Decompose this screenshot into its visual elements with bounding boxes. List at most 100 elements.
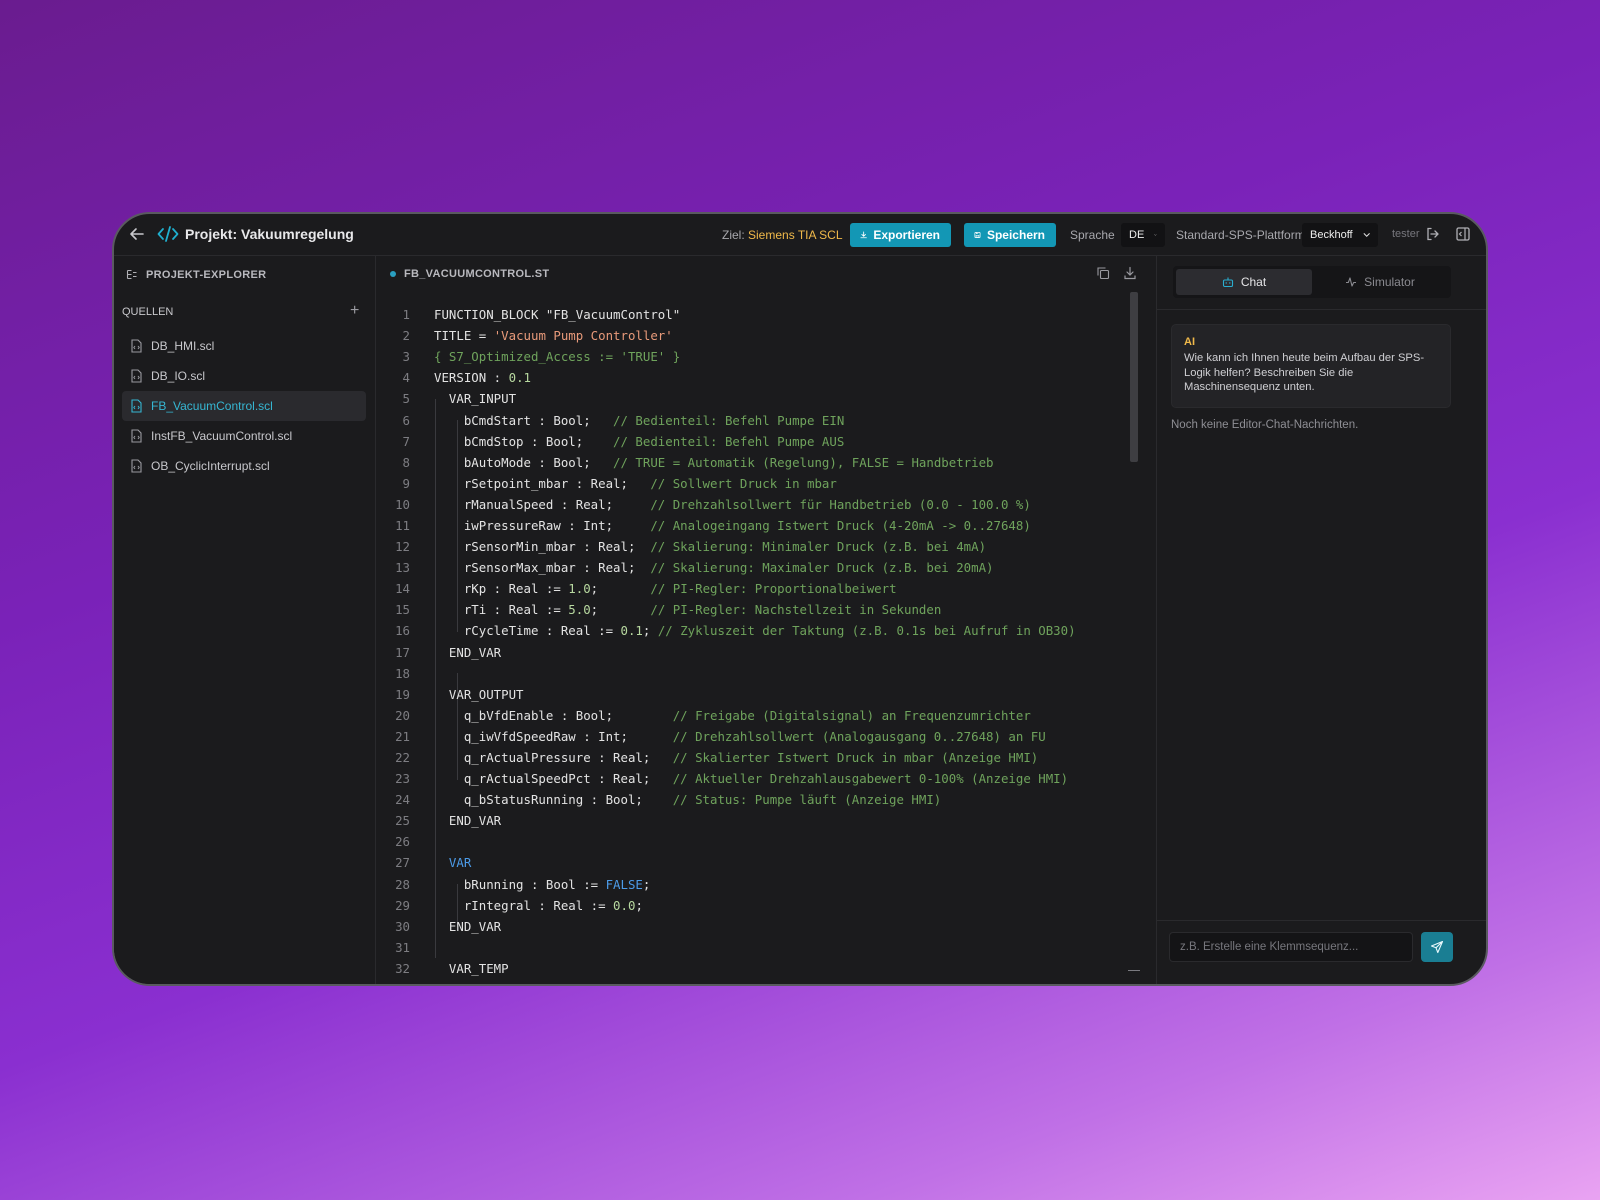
file-item[interactable]: DB_HMI.scl	[122, 331, 366, 361]
file-code-icon	[131, 339, 142, 353]
line-number: 7	[402, 433, 410, 449]
copy-icon[interactable]	[1096, 266, 1110, 280]
file-code-icon	[131, 459, 142, 473]
code-text: bCmdStart : Bool; // Bedienteil: Befehl …	[434, 412, 845, 428]
code-line[interactable]: 30 END_VAR	[376, 916, 1136, 937]
file-item[interactable]: DB_IO.scl	[122, 361, 366, 391]
line-number: 14	[395, 581, 410, 597]
code-line[interactable]: 29 rIntegral : Real := 0.0;	[376, 895, 1136, 916]
code-line[interactable]: 17 END_VAR	[376, 642, 1136, 663]
line-number: 25	[395, 813, 410, 829]
line-number: 23	[395, 771, 410, 787]
code-line[interactable]: 9 rSetpoint_mbar : Real; // Sollwert Dru…	[376, 473, 1136, 494]
code-text: VAR_INPUT	[434, 391, 517, 407]
code-line[interactable]: 25 END_VAR	[376, 810, 1136, 831]
code-line[interactable]: 23 q_rActualSpeedPct : Real; // Aktuelle…	[376, 768, 1136, 789]
logout-icon[interactable]	[1425, 226, 1441, 242]
code-text: TITLE = 'Vacuum Pump Controller'	[434, 328, 673, 344]
tree-icon	[126, 269, 137, 280]
download-icon[interactable]	[1123, 266, 1137, 280]
export-button[interactable]: Exportieren	[850, 223, 951, 247]
tab-simulator[interactable]: Simulator	[1312, 269, 1448, 295]
platform-select[interactable]: Beckhoff	[1302, 223, 1378, 247]
code-text: bRunning : Bool := FALSE;	[434, 876, 651, 892]
code-text: END_VAR	[434, 813, 502, 829]
code-text: FUNCTION_BLOCK "FB_VacuumControl"	[434, 307, 681, 323]
editor-tab[interactable]: FB_VACUUMCONTROL.ST	[390, 268, 549, 280]
code-line[interactable]: 21 q_iwVfdSpeedRaw : Int; // Drehzahlsol…	[376, 726, 1136, 747]
file-item[interactable]: InstFB_VacuumControl.scl	[122, 421, 366, 451]
code-text: VAR	[448, 855, 472, 871]
code-line[interactable]: 13 rSensorMax_mbar : Real; // Skalierung…	[376, 557, 1136, 578]
code-area[interactable]: 1 FUNCTION_BLOCK "FB_VacuumControl" 2 TITLE…	[376, 304, 1136, 979]
tab-chat[interactable]: Chat	[1176, 269, 1312, 295]
code-line[interactable]: 8 bAutoMode : Bool; // TRUE = Automatik …	[376, 452, 1136, 473]
bot-icon	[1222, 277, 1233, 288]
language-label: Sprache	[1070, 228, 1115, 242]
code-text: END_VAR	[434, 918, 502, 934]
app-window: Projekt: Vakuumregelung Ziel: Siemens TI…	[112, 212, 1488, 986]
code-line[interactable]: 1 FUNCTION_BLOCK "FB_VacuumControl"	[376, 304, 1136, 325]
code-line[interactable]: 22 q_rActualPressure : Real; // Skaliert…	[376, 747, 1136, 768]
line-number: 11	[395, 517, 410, 533]
code-line[interactable]: 4 VERSION : 0.1	[376, 367, 1136, 388]
unsaved-dot	[390, 271, 396, 277]
code-line[interactable]: 18	[376, 663, 1136, 684]
line-number: 27	[395, 855, 410, 871]
send-button[interactable]	[1421, 932, 1453, 962]
language-select[interactable]: DE	[1121, 223, 1165, 247]
line-number: 31	[395, 939, 410, 955]
download-icon	[860, 231, 867, 239]
code-line[interactable]: 10 rManualSpeed : Real; // Drehzahlsollw…	[376, 494, 1136, 515]
line-number: 2	[402, 328, 410, 344]
code-line[interactable]: 24 q_bStatusRunning : Bool; // Status: P…	[376, 789, 1136, 810]
code-line[interactable]: 26	[376, 831, 1136, 852]
divider	[1157, 920, 1486, 921]
code-line[interactable]: 5 VAR_INPUT	[376, 388, 1136, 409]
back-arrow-icon[interactable]	[128, 225, 146, 243]
username: tester	[1392, 228, 1420, 240]
code-line[interactable]: 14 rKp : Real := 1.0; // PI-Regler: Prop…	[376, 578, 1136, 599]
code-line[interactable]: 19 VAR_OUTPUT	[376, 684, 1136, 705]
code-text: rManualSpeed : Real; // Drehzahlsollwert…	[434, 496, 1031, 512]
line-number: 15	[395, 602, 410, 618]
code-line[interactable]: 6 bCmdStart : Bool; // Bedienteil: Befeh…	[376, 409, 1136, 430]
code-line[interactable]: 20 q_bVfdEnable : Bool; // Freigabe (Dig…	[376, 705, 1136, 726]
scrollbar-thumb[interactable]	[1130, 292, 1138, 462]
file-name: DB_IO.scl	[151, 369, 206, 383]
code-text: bAutoMode : Bool; // TRUE = Automatik (R…	[434, 454, 994, 470]
language-value: DE	[1129, 229, 1145, 241]
code-line[interactable]: 2 TITLE = 'Vacuum Pump Controller'	[376, 325, 1136, 346]
add-file-icon[interactable]: +	[350, 302, 359, 320]
platform-value: Beckhoff	[1310, 229, 1353, 241]
file-code-icon	[131, 369, 142, 383]
code-line[interactable]: 27 VAR	[376, 852, 1136, 873]
code-line[interactable]: 31	[376, 937, 1136, 958]
code-text: q_bVfdEnable : Bool; // Freigabe (Digita…	[434, 707, 1031, 723]
file-name: InstFB_VacuumControl.scl	[151, 429, 293, 443]
tab-simulator-label: Simulator	[1364, 275, 1415, 289]
code-line[interactable]: 16 rCycleTime : Real := 0.1; // Zyklusze…	[376, 620, 1136, 641]
panel-tabs: Chat Simulator	[1173, 266, 1451, 298]
editor-tab-label: FB_VACUUMCONTROL.ST	[404, 268, 550, 280]
code-line[interactable]: 3 { S7_Optimized_Access := 'TRUE' }	[376, 346, 1136, 367]
save-button[interactable]: Speichern	[964, 223, 1056, 247]
code-text: rSensorMin_mbar : Real; // Skalierung: M…	[434, 539, 987, 555]
code-line[interactable]: 32 VAR_TEMP	[376, 958, 1136, 979]
top-bar: Projekt: Vakuumregelung Ziel: Siemens TI…	[114, 214, 1486, 256]
ai-label: AI	[1184, 336, 1195, 348]
save-label: Speichern	[986, 228, 1045, 242]
code-line[interactable]: 28 bRunning : Bool := FALSE;	[376, 874, 1136, 895]
code-line[interactable]: 15 rTi : Real := 5.0; // PI-Regler: Nach…	[376, 599, 1136, 620]
file-item[interactable]: OB_CyclicInterrupt.scl	[122, 451, 366, 481]
code-line[interactable]: 11 iwPressureRaw : Int; // Analogeingang…	[376, 515, 1136, 536]
code-text: rIntegral : Real := 0.0;	[434, 897, 643, 913]
scrollbar-end	[1128, 970, 1140, 971]
line-number: 20	[395, 707, 410, 723]
line-number: 8	[402, 454, 410, 470]
file-item-active[interactable]: FB_VacuumControl.scl	[122, 391, 366, 421]
chat-input[interactable]: z.B. Erstelle eine Klemmsequenz...	[1169, 932, 1413, 962]
toggle-panel-icon[interactable]	[1455, 226, 1471, 242]
code-line[interactable]: 12 rSensorMin_mbar : Real; // Skalierung…	[376, 536, 1136, 557]
code-line[interactable]: 7 bCmdStop : Bool; // Bedienteil: Befehl…	[376, 431, 1136, 452]
